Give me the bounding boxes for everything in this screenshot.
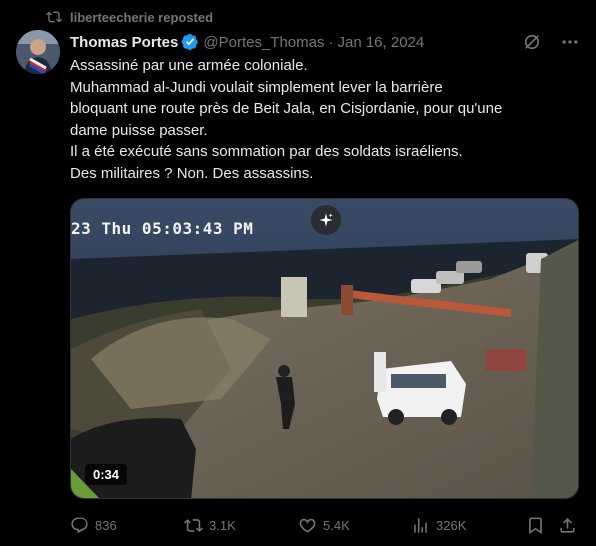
author-name[interactable]: Thomas Portes [70, 34, 178, 51]
tweet-line: Des militaires ? Non. Des assassins. [70, 164, 314, 182]
views-icon [414, 517, 427, 533]
verified-badge-icon [181, 33, 199, 51]
bookmark-icon [529, 517, 542, 534]
reply-count: 836 [95, 517, 117, 533]
tweet-line: Assassiné par une armée coloniale. [70, 57, 308, 74]
share-icon [560, 517, 575, 533]
views-button[interactable]: 326K [411, 514, 466, 536]
view-count: 326K [436, 517, 467, 533]
repost-indicator[interactable]: liberteecherie reposted [46, 8, 213, 26]
like-count: 5.4K [323, 517, 350, 533]
tweet-date[interactable]: Jan 16, 2024 [337, 34, 424, 51]
heart-icon [299, 518, 316, 532]
video-player[interactable]: 23 Thu 05:03:43 PM 0:34 [70, 198, 579, 499]
more-options-icon[interactable] [560, 32, 580, 52]
grok-icon[interactable] [522, 32, 542, 52]
repost-count: 3.1K [209, 517, 236, 533]
tweet-line: Il a été exécuté sans sommation par des … [70, 143, 463, 160]
tweet-line: Muhammad al-Jundi voulait simplement lev… [70, 78, 443, 96]
header-controls [522, 32, 580, 52]
video-timestamp-overlay: 23 Thu 05:03:43 PM [71, 219, 254, 238]
video-frame [71, 199, 578, 498]
separator-dot: · [328, 33, 334, 51]
reply-icon [71, 517, 88, 533]
tweet-text: Assassiné par une armée coloniale. Muham… [70, 55, 570, 184]
tweet-header: Thomas Portes @Portes_Thomas · Jan 16, 2… [70, 32, 580, 52]
share-button[interactable] [558, 514, 577, 536]
video-duration-badge: 0:34 [85, 464, 128, 485]
action-bar: 836 3.1K 5.4K 326K [70, 514, 580, 536]
like-button[interactable]: 5.4K [298, 514, 350, 536]
sparkle-icon[interactable] [311, 205, 341, 235]
repost-icon [46, 11, 62, 23]
repost-button[interactable]: 3.1K [184, 514, 236, 536]
tweet-line: dame puisse passer. [70, 121, 208, 139]
author-handle[interactable]: @Portes_Thomas [203, 34, 324, 51]
bookmark-button[interactable] [526, 514, 545, 536]
tweet-line: bloquant une route près de Beit Jala, en… [70, 100, 503, 117]
avatar-image [16, 30, 60, 74]
avatar[interactable] [16, 30, 60, 74]
retweet-icon [184, 518, 203, 532]
repost-label: liberteecherie reposted [70, 9, 214, 25]
reply-button[interactable]: 836 [70, 514, 117, 536]
